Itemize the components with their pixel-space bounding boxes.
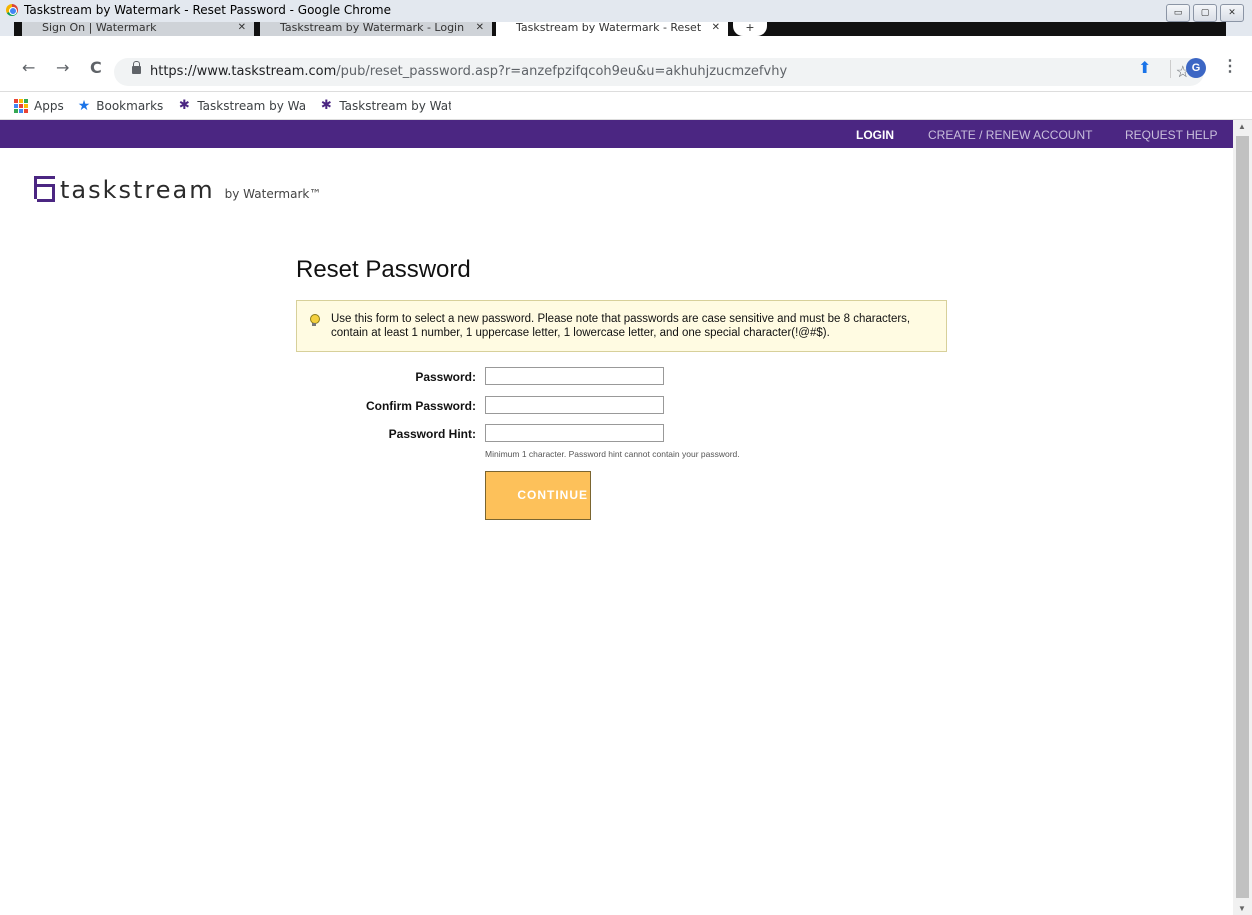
minimize-button[interactable]: ▭ [1166,4,1190,22]
create-account-link[interactable]: CREATE / RENEW ACCOUNT [928,128,1092,142]
lock-icon[interactable] [132,61,141,74]
extension-icon[interactable]: ⬆ [1138,58,1151,78]
lightbulb-icon [307,313,321,327]
password-label: Password: [415,370,476,384]
new-tab-button[interactable]: + [733,20,767,36]
bookmark-taskstream-1[interactable]: ✱ Taskstream by Watermark [177,97,306,113]
tab-login[interactable]: Taskstream by Watermark - Login ✕ [260,22,492,36]
profile-avatar[interactable]: G [1186,58,1206,78]
reload-icon[interactable]: C [90,58,102,77]
bookmark-label: Taskstream by Watermark [197,98,306,113]
request-help-link[interactable]: REQUEST HELP [1125,128,1217,142]
password-hint-label: Password Hint: [388,427,476,441]
taskstream-favicon-icon: ✱ [320,97,332,113]
site-top-nav: LOGIN CREATE / RENEW ACCOUNT REQUEST HEL… [0,120,1233,148]
page-scrollbar[interactable]: ▲ ▼ [1233,120,1252,915]
continue-button[interactable]: CONTINUE [485,471,591,520]
tab-close-icon[interactable]: ✕ [712,22,720,34]
maximize-button[interactable]: ▢ [1193,4,1217,22]
window-title: Taskstream by Watermark - Reset Password… [6,3,391,17]
notice-line-1: Use this form to select a new password. … [331,313,911,325]
url-text[interactable]: https://www.taskstream.com/pub/reset_pas… [150,64,787,79]
taskstream-favicon-icon: ✱ [178,97,190,113]
toolbar-separator [1170,60,1171,78]
browser-menu-icon[interactable]: ⋮ [1222,56,1238,76]
page-content: LOGIN CREATE / RENEW ACCOUNT REQUEST HEL… [0,120,1233,915]
bookmark-bookmarks[interactable]: ★ Bookmarks [78,98,164,114]
password-hint-input[interactable] [485,424,664,442]
bookmark-label: Apps [34,98,64,113]
tab-label: Sign On | Watermark [42,22,157,34]
scroll-up-icon[interactable]: ▲ [1238,122,1246,131]
tab-sign-on[interactable]: Sign On | Watermark ✕ [22,22,254,36]
confirm-password-input[interactable] [485,396,664,414]
tab-label: Taskstream by Watermark - Reset [516,22,702,34]
confirm-password-row: Confirm Password: [296,396,696,416]
chrome-logo-icon [6,4,18,16]
confirm-password-label: Confirm Password: [365,399,476,413]
star-icon: ★ [77,97,91,114]
hint-helper-text: Minimum 1 character. Password hint canno… [485,449,740,459]
tab-close-icon[interactable]: ✕ [476,22,484,34]
notice-line-2: contain at least 1 number, 1 uppercase l… [331,327,830,339]
scroll-down-icon[interactable]: ▼ [1238,904,1246,913]
window-controls: ▭ ▢ ✕ [1166,4,1244,22]
tab-close-icon[interactable]: ✕ [238,22,246,34]
address-bar[interactable]: https://www.taskstream.com/pub/reset_pas… [114,58,1204,86]
password-row: Password: [296,367,696,387]
browser-toolbar: ← → C https://www.taskstream.com/pub/res… [0,36,1252,92]
bookmark-apps[interactable]: Apps [14,98,64,113]
logo-text: taskstream [60,176,215,204]
logo-byline: by Watermark™ [224,187,322,201]
login-link[interactable]: LOGIN [856,128,894,142]
back-icon[interactable]: ← [22,58,35,77]
bookmark-label: Taskstream by Watermark [339,98,452,113]
password-input[interactable] [485,367,664,385]
url-host: https://www.taskstream.com [150,64,337,79]
password-hint-row: Password Hint: [296,424,696,444]
taskstream-logo-icon [34,176,55,202]
apps-icon [14,98,28,113]
scroll-thumb[interactable] [1236,136,1249,898]
close-window-button[interactable]: ✕ [1220,4,1244,22]
window-title-text: Taskstream by Watermark - Reset Password… [24,3,391,17]
password-rules-notice: Use this form to select a new password. … [296,300,947,352]
bookmark-taskstream-2[interactable]: ✱ Taskstream by Watermark [319,97,452,113]
bookmarks-bar: Apps ★ Bookmarks ✱ Taskstream by Waterma… [0,92,1252,120]
taskstream-logo[interactable]: taskstream by Watermark™ [34,176,321,204]
bookmark-label: Bookmarks [96,98,164,113]
page-title: Reset Password [296,256,471,283]
forward-icon[interactable]: → [56,58,69,77]
tab-label: Taskstream by Watermark - Login [280,22,465,34]
tab-reset-password[interactable]: Taskstream by Watermark - Reset ✕ [496,22,728,36]
url-path: /pub/reset_password.asp?r=anzefpzifqcoh9… [336,64,788,79]
